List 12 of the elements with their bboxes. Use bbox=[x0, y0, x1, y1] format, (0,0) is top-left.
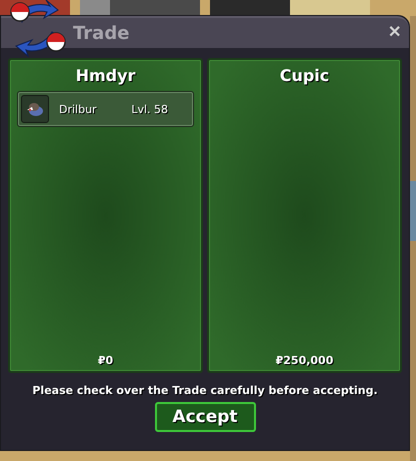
pokemon-name: Drilbur bbox=[59, 102, 97, 116]
money-amount: ₽250,000 bbox=[276, 354, 334, 367]
message-text: Please check over the Trade carefully before accepting. bbox=[32, 384, 378, 397]
window-title: Trade bbox=[73, 22, 130, 44]
money-amount: ₽0 bbox=[98, 354, 114, 367]
pokemon-slot[interactable]: Drilbur Lvl. 58 bbox=[17, 91, 194, 127]
creature-icon bbox=[21, 95, 49, 123]
accept-button[interactable]: Accept bbox=[154, 402, 256, 432]
player-name: Cupic bbox=[280, 66, 330, 85]
pokemon-level: Lvl. 58 bbox=[131, 102, 168, 116]
player-name: Hmdyr bbox=[76, 66, 136, 85]
close-button[interactable]: ✕ bbox=[386, 22, 403, 42]
